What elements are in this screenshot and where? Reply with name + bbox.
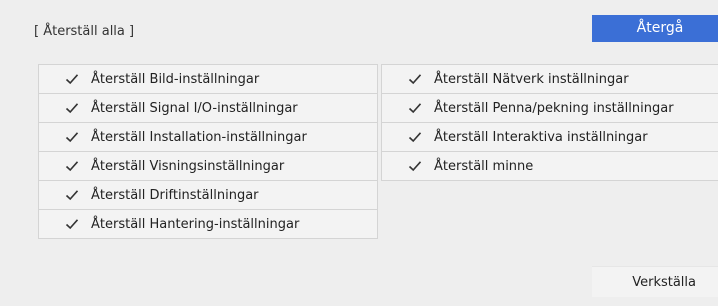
back-button[interactable]: Återgå [592, 15, 718, 42]
reset-image-settings[interactable]: Återställ Bild-inställningar [39, 65, 377, 94]
item-label: Återställ Bild-inställningar [91, 71, 260, 87]
item-label: Återställ Nätverk inställningar [434, 71, 629, 87]
checkmark-icon [65, 72, 79, 86]
checkmark-icon [408, 130, 422, 144]
checkmark-icon [65, 188, 79, 202]
dialog-title: [ Återställ alla ] [34, 24, 135, 39]
reset-operation-settings[interactable]: Återställ Driftinställningar [39, 181, 377, 210]
item-label: Återställ Penna/pekning inställningar [434, 100, 674, 116]
checkmark-icon [408, 159, 422, 173]
item-label: Återställ Hantering-inställningar [91, 216, 300, 232]
item-label: Återställ Signal I/O-inställningar [91, 100, 298, 116]
item-label: Återställ Interaktiva inställningar [434, 129, 648, 145]
item-label: Återställ Installation-inställningar [91, 129, 307, 145]
item-label: Återställ minne [434, 158, 534, 174]
reset-interactive-settings[interactable]: Återställ Interaktiva inställningar [382, 123, 718, 152]
item-label: Återställ Visningsinställningar [91, 158, 285, 174]
reset-management-settings[interactable]: Återställ Hantering-inställningar [39, 210, 377, 239]
reset-display-settings[interactable]: Återställ Visningsinställningar [39, 152, 377, 181]
reset-installation-settings[interactable]: Återställ Installation-inställningar [39, 123, 377, 152]
checkmark-icon [65, 101, 79, 115]
reset-pen-touch-settings[interactable]: Återställ Penna/pekning inställningar [382, 94, 718, 123]
reset-memory[interactable]: Återställ minne [382, 152, 718, 181]
checkmark-icon [65, 217, 79, 231]
checkmark-icon [408, 72, 422, 86]
checkmark-icon [65, 159, 79, 173]
reset-options-left: Återställ Bild-inställningar Återställ S… [38, 64, 378, 239]
apply-button[interactable]: Verkställa [592, 266, 718, 297]
reset-network-settings[interactable]: Återställ Nätverk inställningar [382, 65, 718, 94]
checkmark-icon [408, 101, 422, 115]
reset-options-right: Återställ Nätverk inställningar Återstäl… [381, 64, 718, 181]
reset-signal-io-settings[interactable]: Återställ Signal I/O-inställningar [39, 94, 377, 123]
checkmark-icon [65, 130, 79, 144]
item-label: Återställ Driftinställningar [91, 187, 259, 203]
